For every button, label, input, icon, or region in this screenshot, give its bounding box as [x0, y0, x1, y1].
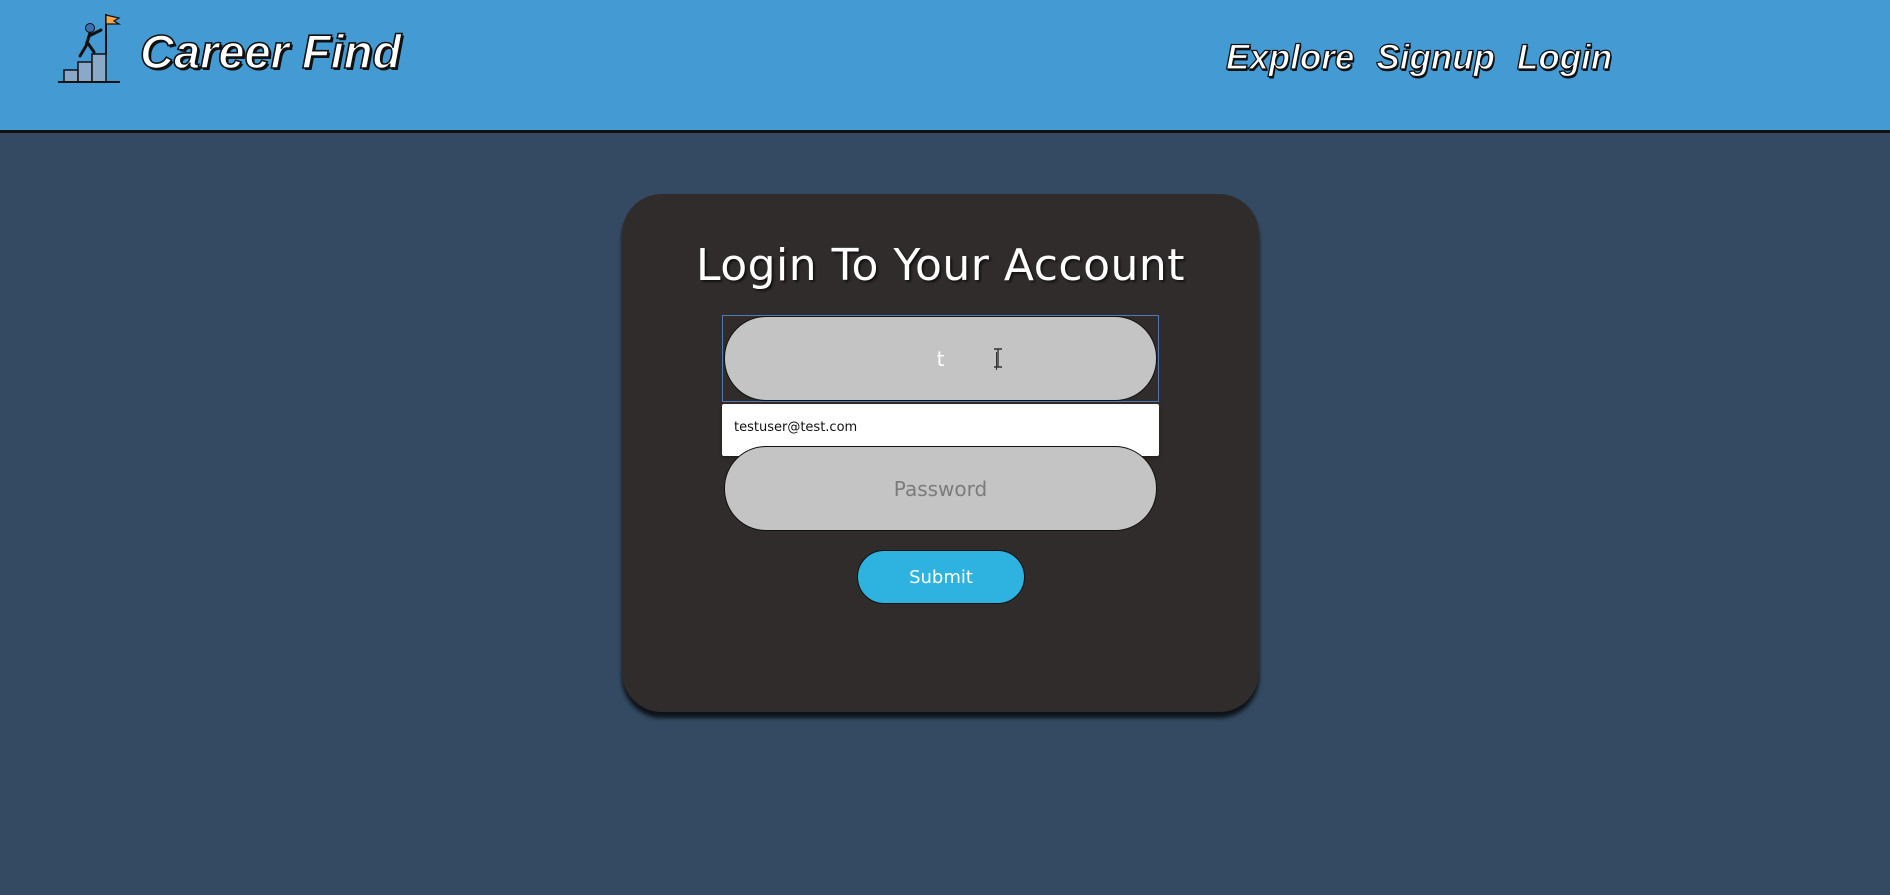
password-input[interactable] — [724, 446, 1157, 531]
email-focus-outline — [722, 315, 1159, 402]
site-header: Career Find Explore Signup Login — [0, 0, 1890, 133]
nav-explore[interactable]: Explore — [1225, 37, 1355, 78]
login-title: Login To Your Account — [695, 240, 1186, 291]
nav-signup[interactable]: Signup — [1376, 37, 1496, 78]
login-card: Login To Your Account testuser@test.com … — [622, 194, 1259, 712]
autocomplete-option[interactable]: testuser@test.com — [734, 420, 857, 435]
career-ladder-flag-icon[interactable] — [56, 12, 122, 86]
ibeam-cursor-icon — [994, 348, 1002, 368]
email-input[interactable] — [724, 316, 1157, 401]
submit-button[interactable]: Submit — [857, 550, 1025, 604]
brand-title[interactable]: Career Find — [139, 24, 402, 79]
main-nav: Explore Signup Login — [1225, 37, 1613, 78]
nav-login[interactable]: Login — [1516, 37, 1613, 78]
